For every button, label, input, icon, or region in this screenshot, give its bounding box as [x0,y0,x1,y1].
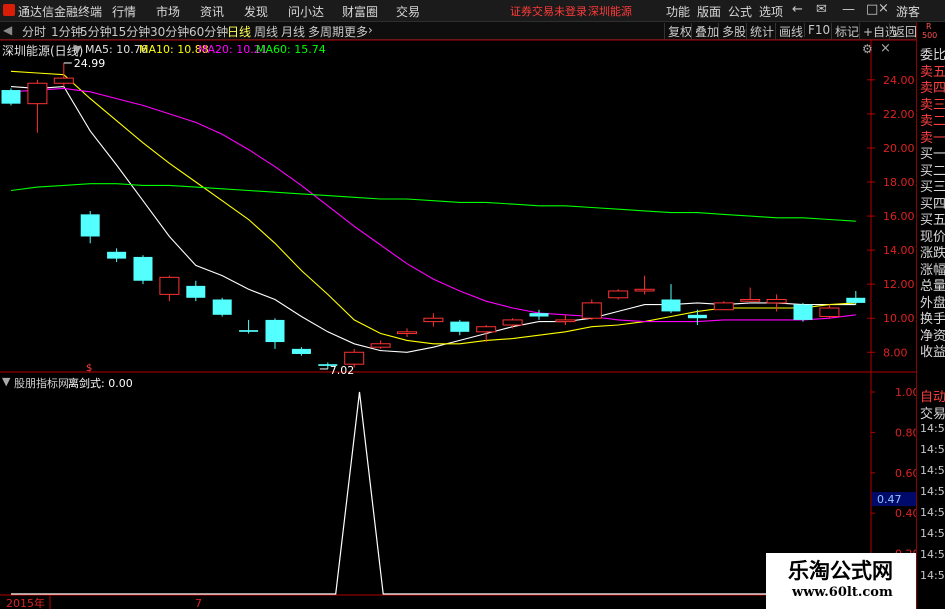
candle-body-up [159,276,180,295]
y-tick-label: 8.00 [883,346,908,359]
candle-body-up [713,302,734,311]
y-tick-label: 16.00 [883,210,915,223]
y-tick-label: 22.00 [883,108,915,121]
dividend-marker: $ [86,363,92,374]
watermark-title: 乐淘公式网 [788,559,893,583]
ind-y-tick-label: 0.60 [895,467,916,480]
indicator-line [11,391,856,595]
quote-panel: R 500 委比 卖五 卖四 卖三 卖二 卖一 买一 买二 买三 买四 买五 现价 涨跌 涨幅 总量 外盘 换手… [916,22,945,609]
candle-body-down [186,285,206,298]
kline-chart: 1.000.800.600.400.200.47 24.0022.0020.00… [0,39,916,609]
trade-time: 14:56 [920,464,945,477]
trade-time: 14:56 [920,548,945,561]
trade-time: 14:56 [920,527,945,540]
candle-body-down [687,314,707,319]
candle-body-down [846,297,866,303]
candle-body-up [634,288,655,292]
close-chart-icon[interactable]: × [880,41,891,56]
stock-title: 深圳能源(日线) [2,44,84,58]
candle-body-up [27,82,48,105]
candle-body-down [529,313,549,317]
candle-body-up [608,290,629,299]
candle-body-down [1,90,21,104]
candle-body-up [819,307,840,318]
trade-time: 14:56 [920,422,945,435]
candle-body-down [793,304,813,320]
trade-time: 14:56 [920,506,945,519]
low-label: 7.02 [330,364,355,377]
ind-y-tick-label: 0.40 [895,507,916,520]
ma-line-ma5 [10,86,856,353]
candle-body-down [239,330,259,332]
candle-body-up [740,298,761,302]
y-tick-label: 10.00 [883,312,915,325]
candle-body-up [766,298,787,304]
ma-line-ma60 [10,183,856,222]
candle-body-up [370,343,391,348]
candle-body-up [397,331,417,335]
candle-body-up [581,302,602,319]
ind-y-tick-label: 0.80 [895,426,916,439]
candle-body-up [423,317,444,323]
trade-time: 14:56 [920,569,945,582]
candle-body-down [291,348,311,354]
candle-body-down [212,299,232,315]
y-tick-label: 14.00 [883,244,915,257]
indicator-title: 股朋指标网 [14,377,69,390]
ind-y-tick-label: 1.00 [895,386,916,399]
panel-500-label: 500 [922,31,938,40]
candle-body-up [53,77,74,84]
legend-ma60: MA60: 15.74 [256,43,326,56]
quote-label: 收益 [920,345,945,360]
candle-body-down [80,214,100,237]
trade-time: 14:56 [920,485,945,498]
indicator-series: 离剑式: 0.00 [68,377,133,390]
y-tick-label: 12.00 [883,278,915,291]
panel-r-label: R [926,22,932,31]
x-label: 7 [195,597,202,609]
ind-highlight-label: 0.47 [877,493,902,506]
candle-body-up [555,319,576,323]
trade-label[interactable]: 交易 [920,403,945,422]
candle-body-down [265,319,285,343]
x-label: 2015年 [6,596,45,609]
indicator-chevron-icon[interactable]: ▼ [2,375,10,388]
candle-body-up [502,319,523,326]
watermark-url: www.60lt.com [792,585,893,600]
candle-body-up [476,326,497,333]
candle-body-down [450,321,470,332]
candle-body-down [661,299,681,312]
watermark-logo: 乐淘公式网 www.60lt.com [766,553,916,609]
legend-chevron-icon[interactable]: ▼ [73,43,81,56]
trade-time: 14:56 [920,443,945,456]
candle-body-up [344,351,365,365]
ma-line-ma20 [10,87,856,323]
y-tick-label: 24.00 [883,74,915,87]
y-tick-label: 20.00 [883,142,915,155]
settings-icon[interactable]: ⚙ [862,42,873,56]
candles [1,62,866,369]
candle-body-down [133,256,153,281]
candle-body-down [107,251,127,259]
y-tick-label: 18.00 [883,176,915,189]
